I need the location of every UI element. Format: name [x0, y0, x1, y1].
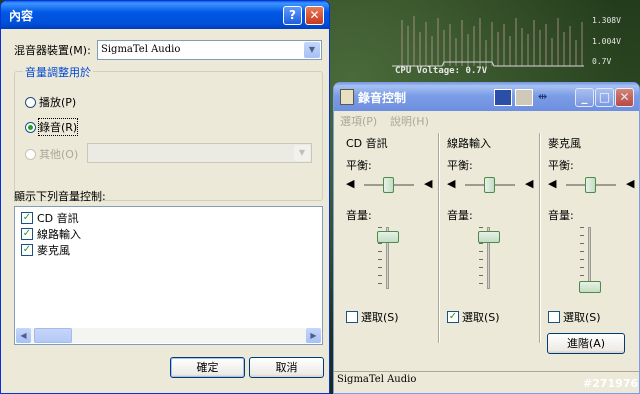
select-label: 選取(S) [563, 311, 601, 324]
volume-label: 音量: [346, 209, 372, 222]
select-checkbox[interactable]: 選取(S) [548, 309, 601, 325]
speaker-right-icon: ◀ [626, 177, 635, 190]
list-item[interactable]: ✓ 線路輸入 [21, 226, 81, 242]
checkbox-checked[interactable]: ✓ [21, 228, 33, 240]
radio-circle [25, 96, 36, 108]
watermark: #271976 [583, 377, 639, 390]
channel-divider [539, 133, 541, 343]
mixer-close-button[interactable]: ✕ [615, 88, 634, 107]
list-item-label: CD 音訊 [37, 212, 79, 225]
device-icon [515, 89, 533, 106]
radio-playback-label: 播放(P) [39, 96, 77, 109]
maximize-button[interactable]: □ [595, 88, 614, 107]
channel-name: 麥克風 [548, 137, 581, 150]
mixer-menubar: 選項(P) 說明(H) [334, 111, 639, 129]
balance-thumb[interactable] [484, 177, 495, 193]
monitor-icon [494, 89, 512, 106]
volume-track [588, 227, 591, 289]
volume-thumb[interactable] [579, 281, 601, 293]
balance-label: 平衡: [346, 159, 372, 172]
recording-control-window: 錄音控制 ⇹ _ □ ✕ 選項(P) 說明(H) CD 音訊 平衡: ◀ ◀ 音… [333, 82, 640, 394]
scroll-left-icon[interactable]: ◀ [16, 328, 31, 343]
speaker-left-icon: ◀ [548, 177, 557, 190]
channel-name: CD 音訊 [346, 137, 388, 150]
channel-microphone: 麥克風 平衡: ◀ ◀ 音量: 選取(S) 進階(A) [542, 129, 638, 354]
adjust-group-label: 音量調整用於 [23, 64, 93, 80]
speaker-left-icon: ◀ [346, 177, 355, 190]
checkbox-checked[interactable]: ✓ [21, 212, 33, 224]
mixer-device-select[interactable]: SigmaTel Audio ▼ [97, 40, 322, 60]
speaker-right-icon: ◀ [424, 177, 433, 190]
list-item-label: 線路輸入 [37, 228, 81, 241]
volume-label: 音量: [447, 209, 473, 222]
select-label: 選取(S) [361, 311, 399, 324]
adjust-group: 音量調整用於 播放(P) 錄音(R) 其他(O) ▼ [14, 64, 323, 201]
menu-help[interactable]: 說明(H) [390, 113, 429, 129]
channel-line-in: 線路輸入 平衡: ◀ ◀ 音量: ✓ 選取(S) [441, 129, 537, 341]
cancel-button[interactable]: 取消 [249, 357, 324, 378]
recording-titlebar[interactable]: 錄音控制 ⇹ _ □ ✕ [334, 83, 639, 111]
properties-dialog: 內容 ? ✕ 混音器裝置(M): SigmaTel Audio ▼ 音量調整用於… [0, 0, 330, 394]
help-button[interactable]: ? [283, 6, 302, 25]
status-text: SigmaTel Audio [337, 374, 417, 385]
checkbox-checked[interactable]: ✓ [447, 311, 459, 323]
balance-slider[interactable]: ◀ ◀ [346, 176, 432, 194]
radio-other-label: 其他(O) [39, 148, 79, 161]
advanced-button[interactable]: 進階(A) [547, 333, 625, 354]
chevron-down-icon: ▼ [294, 145, 310, 161]
properties-titlebar[interactable]: 內容 ? ✕ [1, 1, 329, 29]
list-item[interactable]: ✓ CD 音訊 [21, 210, 79, 226]
other-device-select: ▼ [87, 143, 312, 163]
speaker-left-icon: ◀ [447, 177, 456, 190]
select-label: 選取(S) [462, 311, 500, 324]
balance-slider[interactable]: ◀ ◀ [548, 176, 634, 194]
chevron-down-icon: ▼ [304, 42, 320, 58]
app-icon [340, 89, 354, 105]
balance-label: 平衡: [548, 159, 574, 172]
dialog-title: 內容 [9, 9, 34, 23]
voltage-tick-mid: 1.004V [592, 37, 621, 46]
volume-label: 音量: [548, 209, 574, 222]
checkbox-unchecked[interactable] [548, 311, 560, 323]
balance-label: 平衡: [447, 159, 473, 172]
ok-button[interactable]: 確定 [170, 357, 245, 378]
volume-thumb[interactable] [377, 231, 399, 243]
list-label: 顯示下列音量控制: [14, 190, 106, 203]
mixer-device-value: SigmaTel Audio [101, 44, 181, 55]
select-checkbox[interactable]: ✓ 選取(S) [447, 309, 500, 325]
list-item-label: 麥克風 [37, 244, 70, 257]
radio-other: 其他(O) [25, 146, 78, 162]
volume-thumb[interactable] [478, 231, 500, 243]
channel-divider [438, 133, 440, 343]
radio-record-label: 錄音(R) [37, 118, 79, 136]
checkbox-unchecked[interactable] [346, 311, 358, 323]
speaker-right-icon: ◀ [525, 177, 534, 190]
select-checkbox[interactable]: 選取(S) [346, 309, 399, 325]
voltage-tick-low: 0.7V [592, 57, 612, 66]
minimize-button[interactable]: _ [575, 88, 594, 107]
radio-playback[interactable]: 播放(P) [25, 94, 76, 110]
horizontal-scrollbar[interactable]: ◀ ▶ [16, 328, 321, 343]
close-button[interactable]: ✕ [305, 6, 324, 25]
mixer-title: 錄音控制 [358, 91, 407, 105]
mixer-device-label: 混音器裝置(M): [14, 44, 91, 57]
balance-thumb[interactable] [585, 177, 596, 193]
volume-control-list[interactable]: ✓ CD 音訊 ✓ 線路輸入 ✓ 麥克風 ◀ ▶ [14, 206, 323, 345]
radio-record[interactable]: 錄音(R) [25, 118, 79, 136]
checkbox-checked[interactable]: ✓ [21, 244, 33, 256]
radio-circle-selected [25, 121, 36, 133]
scroll-right-icon[interactable]: ▶ [306, 328, 321, 343]
scroll-thumb[interactable] [34, 328, 72, 343]
menu-options[interactable]: 選項(P) [340, 113, 377, 129]
radio-circle-disabled [25, 148, 36, 160]
list-item[interactable]: ✓ 麥克風 [21, 242, 70, 258]
balance-slider[interactable]: ◀ ◀ [447, 176, 533, 194]
plug-icon: ⇹ [538, 90, 548, 103]
channel-name: 線路輸入 [447, 137, 491, 150]
cpu-voltage-label: CPU Voltage: 0.7V [395, 66, 488, 76]
voltage-tick-high: 1.308V [592, 16, 621, 25]
channel-cd-audio: CD 音訊 平衡: ◀ ◀ 音量: 選取(S) [340, 129, 436, 341]
balance-thumb[interactable] [383, 177, 394, 193]
